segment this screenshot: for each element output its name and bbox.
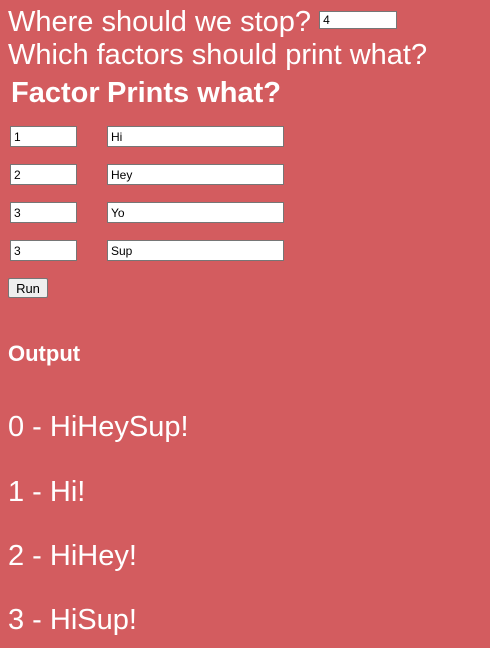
factor-input-3[interactable]: [10, 202, 77, 223]
factor-input-1[interactable]: [10, 126, 77, 147]
output-line-0: 0 - HiHeySup!: [8, 411, 189, 443]
factors-question-label: Which factors should print what?: [8, 39, 428, 71]
stop-question-label: Where should we stop?: [8, 6, 312, 38]
output-line-3: 3 - HiSup!: [8, 604, 137, 636]
factor-column-header: Factor: [11, 77, 100, 109]
factor-input-4[interactable]: [10, 240, 77, 261]
prints-input-3[interactable]: [107, 202, 284, 223]
prints-input-4[interactable]: [107, 240, 284, 261]
prints-input-2[interactable]: [107, 164, 284, 185]
stop-input[interactable]: [319, 11, 398, 30]
output-line-1: 1 - Hi!: [8, 476, 86, 508]
prints-column-header: Prints what?: [107, 77, 282, 109]
run-button[interactable]: Run: [8, 278, 48, 298]
factor-input-2[interactable]: [10, 164, 77, 185]
output-line-2: 2 - HiHey!: [8, 540, 137, 572]
prints-input-1[interactable]: [107, 126, 284, 147]
output-heading: Output: [8, 341, 81, 366]
stop-question-line: Where should we stop?: [8, 6, 398, 38]
